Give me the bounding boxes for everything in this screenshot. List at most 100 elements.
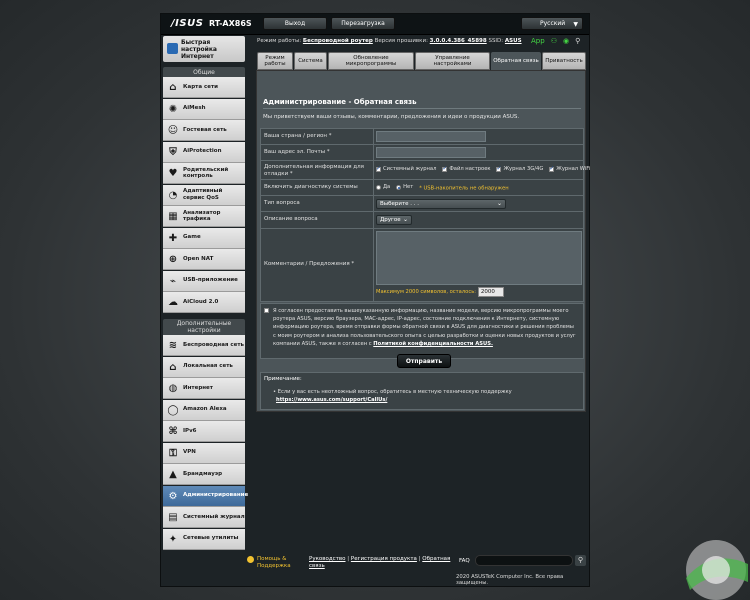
sidebar-item-aiprotection[interactable]: ⛨ AiProtection — [163, 141, 245, 163]
consent-checkbox[interactable] — [264, 308, 269, 313]
comments-textarea[interactable] — [376, 231, 582, 285]
top-bar: /ISUS RT-AX86S Выход Перезагрузка Русски… — [161, 14, 589, 35]
open-nat-icon: ⊕ — [168, 254, 178, 265]
reboot-button[interactable]: Перезагрузка — [331, 17, 395, 30]
chevron-down-icon: ⌄ — [496, 200, 502, 207]
diagnostics-yes-radio[interactable]: Да — [376, 184, 390, 190]
sidebar-item-label: AiMesh — [183, 105, 206, 112]
logout-button[interactable]: Выход — [263, 17, 327, 30]
sidebar-item-label: Open NAT — [183, 255, 214, 262]
email-row: Ваш адрес эл. Почты * — [261, 145, 583, 161]
registration-link[interactable]: Регистрация продукта — [351, 556, 417, 562]
qis-label: Быстрая настройка Интернет — [181, 38, 217, 60]
sidebar-item-label: Гостевая сеть — [183, 126, 227, 133]
question-desc-label: Описание вопроса — [264, 216, 318, 222]
help-support-link[interactable]: Помощь & Поддержка — [247, 556, 291, 569]
sidebar-item-label: Анализатор трафика — [183, 209, 221, 223]
feedback-link-cont[interactable]: связь — [309, 563, 325, 569]
faq-search-input[interactable] — [475, 555, 573, 566]
ssid-link[interactable]: ASUS — [505, 38, 522, 44]
email-input[interactable] — [376, 147, 486, 158]
sidebar-item-wan[interactable]: ◍ Интернет — [163, 378, 245, 399]
status-icons: App ⚇ ◉ ⚲ — [531, 37, 580, 45]
sidebar-item-traffic-analyzer[interactable]: ▦ Анализатор трафика — [163, 206, 245, 227]
sidebar-item-label: USB-приложение — [183, 277, 238, 284]
asus-logo: /ISUS — [171, 18, 204, 29]
question-desc-value: Другое — [380, 217, 401, 223]
sidebar-item-usb[interactable]: ⌁ USB-приложение — [163, 270, 245, 292]
wan-icon: ◍ — [168, 383, 178, 394]
privacy-policy-link[interactable]: Политикой конфиденциальности ASUS. — [373, 341, 493, 347]
syslog-checkbox[interactable]: Системный журнал — [376, 165, 436, 172]
question-type-select[interactable]: Выберите . . . ⌄ — [376, 199, 506, 209]
country-row: Ваша страна / регион * — [261, 129, 583, 145]
tab-operation-mode[interactable]: Режим работы — [257, 52, 293, 70]
tab-feedback[interactable]: Обратная связь — [491, 52, 541, 70]
watermark-logo — [686, 540, 748, 600]
sidebar-item-label: Game — [183, 234, 201, 241]
sidebar-item-wireless[interactable]: ≋ Беспроводная сеть — [163, 335, 245, 356]
sidebar-item-firewall[interactable]: ▲ Брандмауэр — [163, 464, 245, 485]
tab-settings-management[interactable]: Управление настройками — [415, 52, 490, 70]
chevron-down-icon: ⌄ — [402, 216, 408, 223]
sidebar-item-alexa[interactable]: ◯ Amazon Alexa — [163, 399, 245, 421]
sidebar-item-vpn[interactable]: ⚿ VPN — [163, 442, 245, 464]
sidebar-item-aimesh[interactable]: ✺ AiMesh — [163, 98, 245, 120]
sidebar-item-lan[interactable]: ⌂ Локальная сеть — [163, 356, 245, 378]
wifi-log-checkbox[interactable]: Журнал WiFi — [549, 165, 590, 172]
sidebar-item-network-tools[interactable]: ✦ Сетевые утилиты — [163, 528, 245, 550]
email-label: Ваш адрес эл. Почты * — [264, 149, 330, 155]
support-link[interactable]: https://www.asus.com/support/CallUs/ — [276, 397, 387, 403]
sidebar-item-label: VPN — [183, 449, 196, 456]
manual-link[interactable]: Руководство — [309, 556, 346, 562]
internet-status-icon[interactable]: ◉ — [563, 37, 569, 45]
sidebar-item-ipv6[interactable]: ⌘ IPv6 — [163, 421, 245, 442]
search-icon[interactable]: ⚲ — [575, 555, 586, 566]
mode-link[interactable]: Беспроводной роутер — [303, 38, 373, 44]
intro-text: Мы приветствуем ваши отзывы, комментарии… — [263, 114, 520, 120]
sidebar-item-administration[interactable]: ⚙ Администрирование — [163, 485, 249, 507]
feedback-link[interactable]: Обратная — [422, 556, 450, 562]
mobile-log-checkbox[interactable]: Журнал 3G/4G — [496, 165, 543, 172]
sidebar-item-system-log[interactable]: ▤ Системный журнал — [163, 507, 245, 528]
sidebar-item-game[interactable]: ✚ Game — [163, 227, 245, 249]
tab-firmware-upgrade[interactable]: Обновление микропрограммы — [328, 52, 414, 70]
alexa-icon: ◯ — [167, 404, 179, 416]
chevron-down-icon: ▼ — [573, 21, 578, 28]
quick-internet-setup-button[interactable]: Быстрая настройка Интернет — [163, 36, 245, 62]
help-icon — [247, 556, 254, 563]
feedback-form: Ваша страна / регион * Ваш адрес эл. Поч… — [260, 128, 590, 302]
sidebar-item-open-nat[interactable]: ⊕ Open NAT — [163, 249, 245, 270]
tab-system[interactable]: Система — [294, 52, 327, 70]
country-input[interactable] — [376, 131, 486, 142]
system-log-icon: ▤ — [168, 512, 178, 523]
sidebar-item-network-map[interactable]: ⌂ Карта сети — [163, 77, 245, 98]
send-button[interactable]: Отправить — [397, 354, 451, 368]
ipv6-icon: ⌘ — [168, 426, 178, 437]
settings-file-checkbox[interactable]: Файл настроек — [442, 165, 491, 172]
sidebar-item-label: Сетевые утилиты — [183, 535, 239, 542]
language-select[interactable]: Русский ▼ — [521, 17, 583, 30]
status-line: Режим работы: Беспроводной роутер Версия… — [257, 38, 522, 44]
question-desc-select[interactable]: Другое ⌄ — [376, 215, 412, 225]
language-value: Русский — [540, 20, 566, 27]
sidebar-item-aicloud[interactable]: ☁ AiCloud 2.0 — [163, 292, 245, 313]
sidebar-item-guest-network[interactable]: ☺ Гостевая сеть — [163, 120, 245, 141]
sidebar-item-qos[interactable]: ◔ Адаптивный сервис QoS — [163, 184, 245, 206]
game-icon: ✚ — [168, 232, 178, 244]
firmware-link[interactable]: 3.0.0.4.386_45898 — [430, 38, 487, 44]
app-icon[interactable]: App — [531, 37, 545, 45]
feedback-panel: Администрирование - Обратная связь Мы пр… — [256, 70, 590, 412]
lan-icon: ⌂ — [169, 361, 177, 373]
usb-status-icon[interactable]: ⚲ — [575, 37, 580, 45]
tab-privacy[interactable]: Приватность — [542, 52, 586, 70]
question-type-value: Выберите . . . — [380, 201, 420, 207]
user-icon[interactable]: ⚇ — [551, 37, 557, 45]
usb-warning: * USB-накопитель не обнаружен — [419, 185, 509, 192]
diagnostics-no-radio[interactable]: Нет — [396, 184, 413, 190]
sidebar-item-parental-control[interactable]: ♥ Родительский контроль — [163, 163, 245, 184]
traffic-analyzer-icon: ▦ — [168, 211, 178, 222]
sidebar-item-label: Администрирование — [183, 492, 249, 499]
country-label: Ваша страна / регион * — [264, 133, 332, 139]
parental-control-icon: ♥ — [168, 168, 178, 179]
